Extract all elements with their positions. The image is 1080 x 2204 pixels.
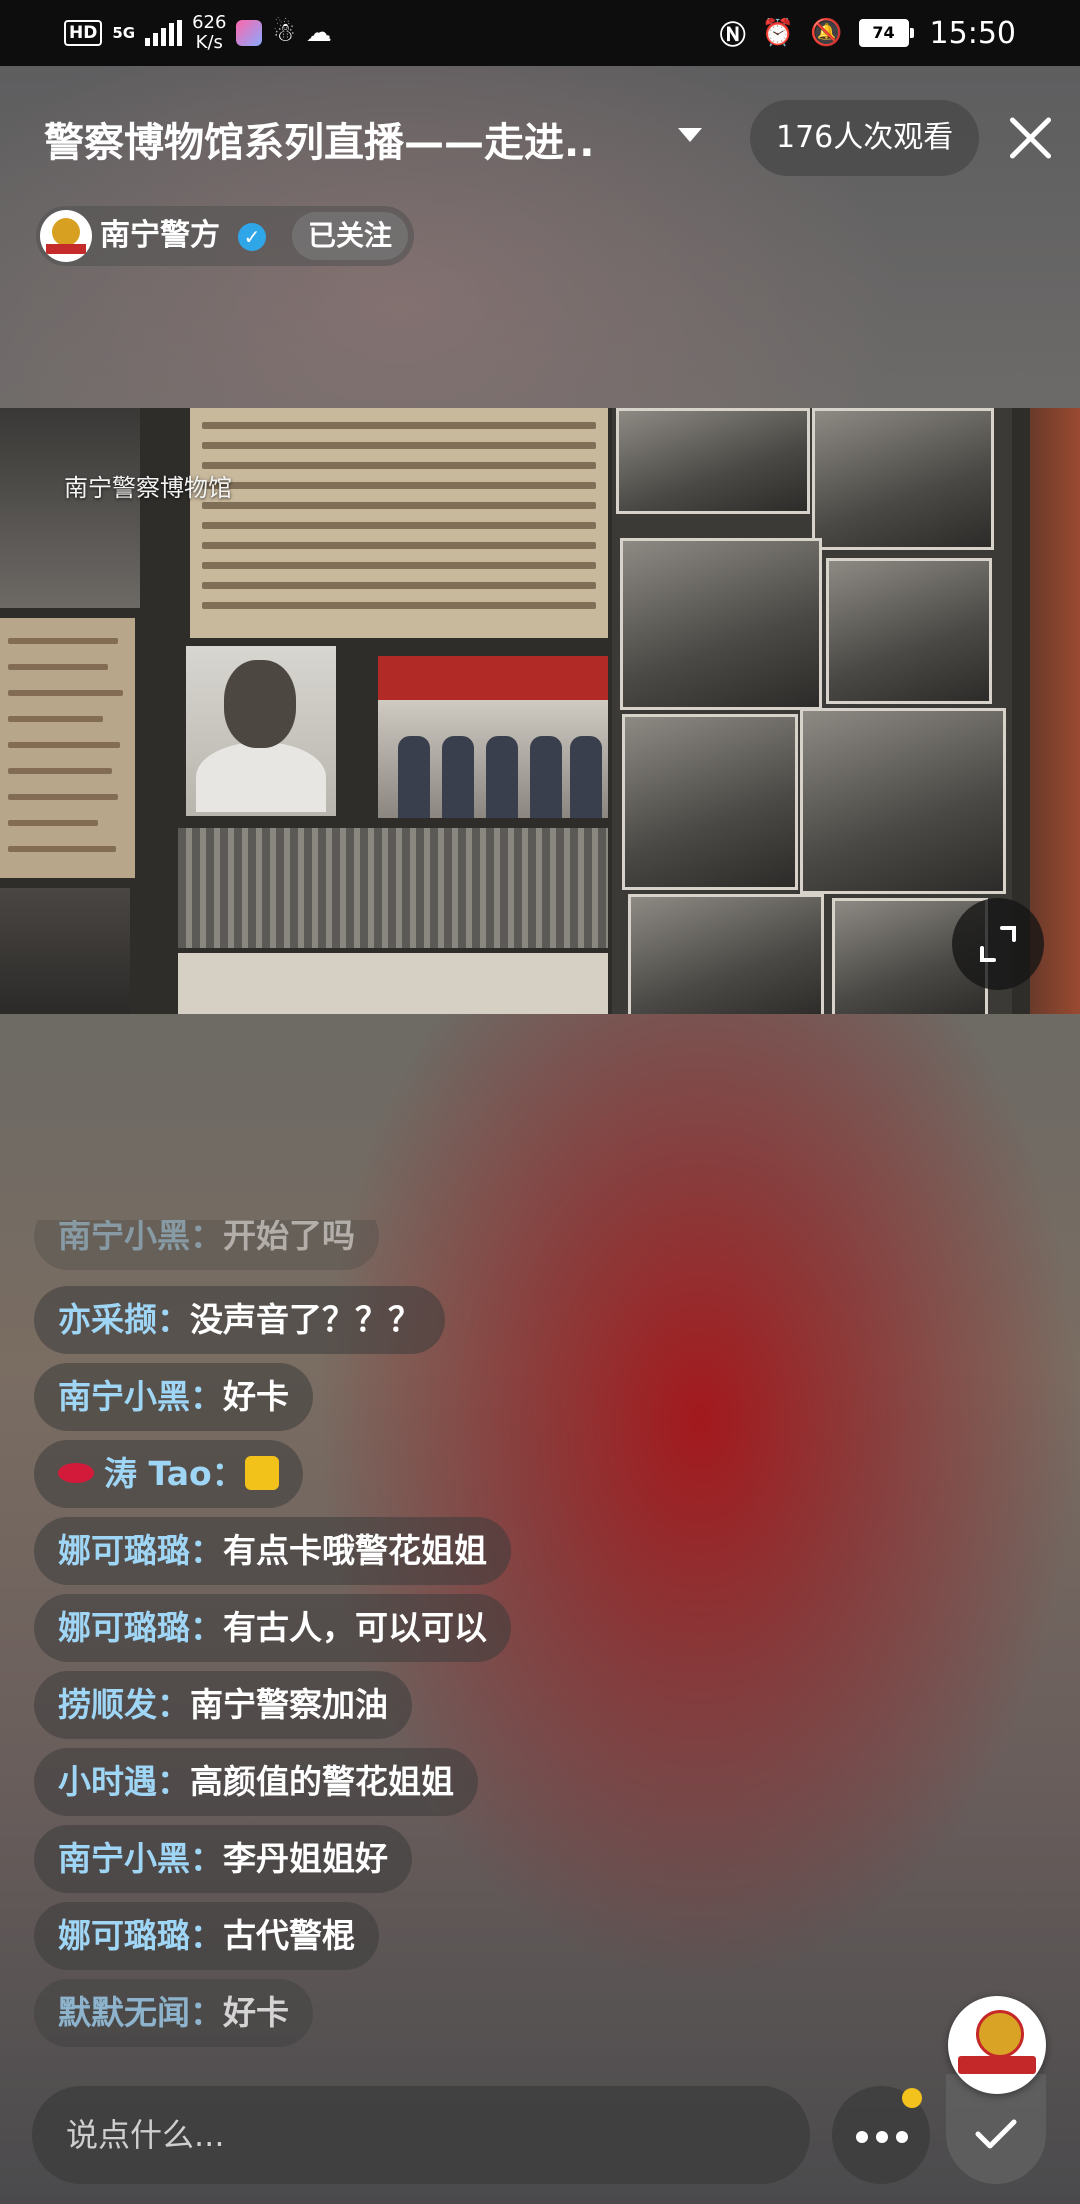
avatar[interactable] xyxy=(40,210,92,262)
comment-input[interactable]: 说点什么... xyxy=(32,2086,810,2184)
lips-emoji-icon xyxy=(58,1462,94,1483)
battery-icon: 74 xyxy=(858,19,914,47)
alarm-icon: ⏰ xyxy=(761,18,795,48)
caret-down-icon[interactable] xyxy=(678,128,702,142)
comment-item: 娜可璐璐：古代警棍 xyxy=(34,1902,379,1970)
live-title[interactable]: 警察博物馆系列直播——走进.. xyxy=(44,110,594,168)
comment-user[interactable]: 捞顺发： xyxy=(58,1685,190,1724)
clock: 15:50 xyxy=(929,15,1016,51)
comment-text: 好卡 xyxy=(223,1993,289,2032)
comment-user[interactable]: 南宁小黑： xyxy=(58,1220,223,1255)
comment-text: 李丹姐姐好 xyxy=(223,1839,388,1878)
verified-icon: ✓ xyxy=(238,223,266,251)
comment-text: 有古人，可以可以 xyxy=(223,1608,487,1647)
comment-text: 有点卡哦警花姐姐 xyxy=(223,1531,487,1570)
comment-user[interactable]: 娜可璐璐： xyxy=(58,1916,223,1955)
exhibit-photo-wall xyxy=(612,408,1012,1014)
thumbs-up-icon xyxy=(244,1455,279,1490)
exhibit-photo xyxy=(0,408,140,608)
more-button[interactable] xyxy=(832,2086,930,2184)
comment-item: 默默无闻：好卡 xyxy=(34,1979,313,2047)
mute-icon: 🔕 xyxy=(810,18,843,48)
exhibit-text-panel xyxy=(0,618,135,878)
speed-value: 626 xyxy=(192,12,227,33)
comment-item: 捞顺发：南宁警察加油 xyxy=(34,1671,412,1739)
comment-user[interactable]: 默默无闻： xyxy=(58,1993,223,2032)
comment-text: 古代警棍 xyxy=(223,1916,355,1955)
status-bar: HD 5G 626 K/s ☃ ☁ Ⓝ ⏰ 🔕 74 15:50 xyxy=(0,0,1080,66)
comment-item: 南宁小黑：好卡 xyxy=(34,1363,313,1431)
police-logo-icon[interactable] xyxy=(948,1996,1046,2094)
network-speed: 626 K/s xyxy=(192,13,226,53)
follow-button[interactable]: 已关注 xyxy=(292,212,408,260)
comment-item: 亦采撷：没声音了？？？ xyxy=(34,1286,445,1354)
battery-level: 74 xyxy=(858,19,909,47)
comment-item: 南宁小黑：李丹姐姐好 xyxy=(34,1825,412,1893)
close-icon[interactable] xyxy=(1006,114,1054,162)
comment-text: 高颜值的警花姐姐 xyxy=(190,1762,454,1801)
comment-text: 南宁警察加油 xyxy=(190,1685,388,1724)
comment-item: 涛 Tao： xyxy=(34,1440,303,1508)
comment-item: 娜可璐璐：有点卡哦警花姐姐 xyxy=(34,1517,511,1585)
signal-icon xyxy=(145,20,183,46)
app-notification-icon xyxy=(236,20,263,46)
comment-user[interactable]: 南宁小黑： xyxy=(58,1839,223,1878)
exhibit-group-photo xyxy=(178,828,608,948)
exhibit-portrait xyxy=(186,646,336,816)
comment-list[interactable]: 南宁小黑：开始了吗 亦采撷：没声音了？？？ 南宁小黑：好卡 涛 Tao： 娜可璐… xyxy=(34,1220,734,2050)
video-caption: 南宁警察博物馆 xyxy=(64,474,232,502)
exhibit-photo xyxy=(0,888,130,1014)
more-icon xyxy=(856,2131,908,2143)
network-type: 5G xyxy=(112,24,136,42)
exhibit-photo xyxy=(378,700,608,818)
comment-text: 没声音了？？？ xyxy=(190,1300,421,1339)
check-icon xyxy=(975,2119,1017,2149)
viewer-count: 176人次观看 xyxy=(750,100,980,176)
hd-icon: HD xyxy=(64,20,103,46)
exhibit-text-panel xyxy=(190,408,608,638)
anchor-info[interactable]: 南宁警方 ✓ 已关注 xyxy=(36,206,414,266)
comment-input-placeholder: 说点什么... xyxy=(66,2116,225,2154)
live-video[interactable]: 南宁警察博物馆 xyxy=(0,408,1080,1014)
speed-unit: K/s xyxy=(195,32,223,53)
comment-text: 开始了吗 xyxy=(223,1220,355,1255)
notification-dot xyxy=(902,2088,922,2108)
fullscreen-icon[interactable] xyxy=(952,898,1044,990)
comment-user[interactable]: 涛 Tao： xyxy=(104,1454,245,1493)
comment-user[interactable]: 娜可璐璐： xyxy=(58,1608,223,1647)
comment-item: 小时遇：高颜值的警花姐姐 xyxy=(34,1748,478,1816)
qq-icon: ☃ xyxy=(272,18,296,48)
wechat-icon: ☁ xyxy=(305,18,332,48)
nfc-icon: Ⓝ xyxy=(719,20,746,51)
comment-user[interactable]: 南宁小黑： xyxy=(58,1377,223,1416)
comment-text: 好卡 xyxy=(223,1377,289,1416)
comment-item: 娜可璐璐：有古人，可以可以 xyxy=(34,1594,511,1662)
anchor-name[interactable]: 南宁警方 xyxy=(100,206,220,266)
comment-user[interactable]: 小时遇： xyxy=(58,1762,190,1801)
comment-user[interactable]: 娜可璐璐： xyxy=(58,1531,223,1570)
comment-item: 南宁小黑：开始了吗 xyxy=(34,1220,379,1270)
comment-user[interactable]: 亦采撷： xyxy=(58,1300,190,1339)
exhibit-caption-strip xyxy=(178,953,608,1014)
exhibit-banner xyxy=(378,656,608,700)
